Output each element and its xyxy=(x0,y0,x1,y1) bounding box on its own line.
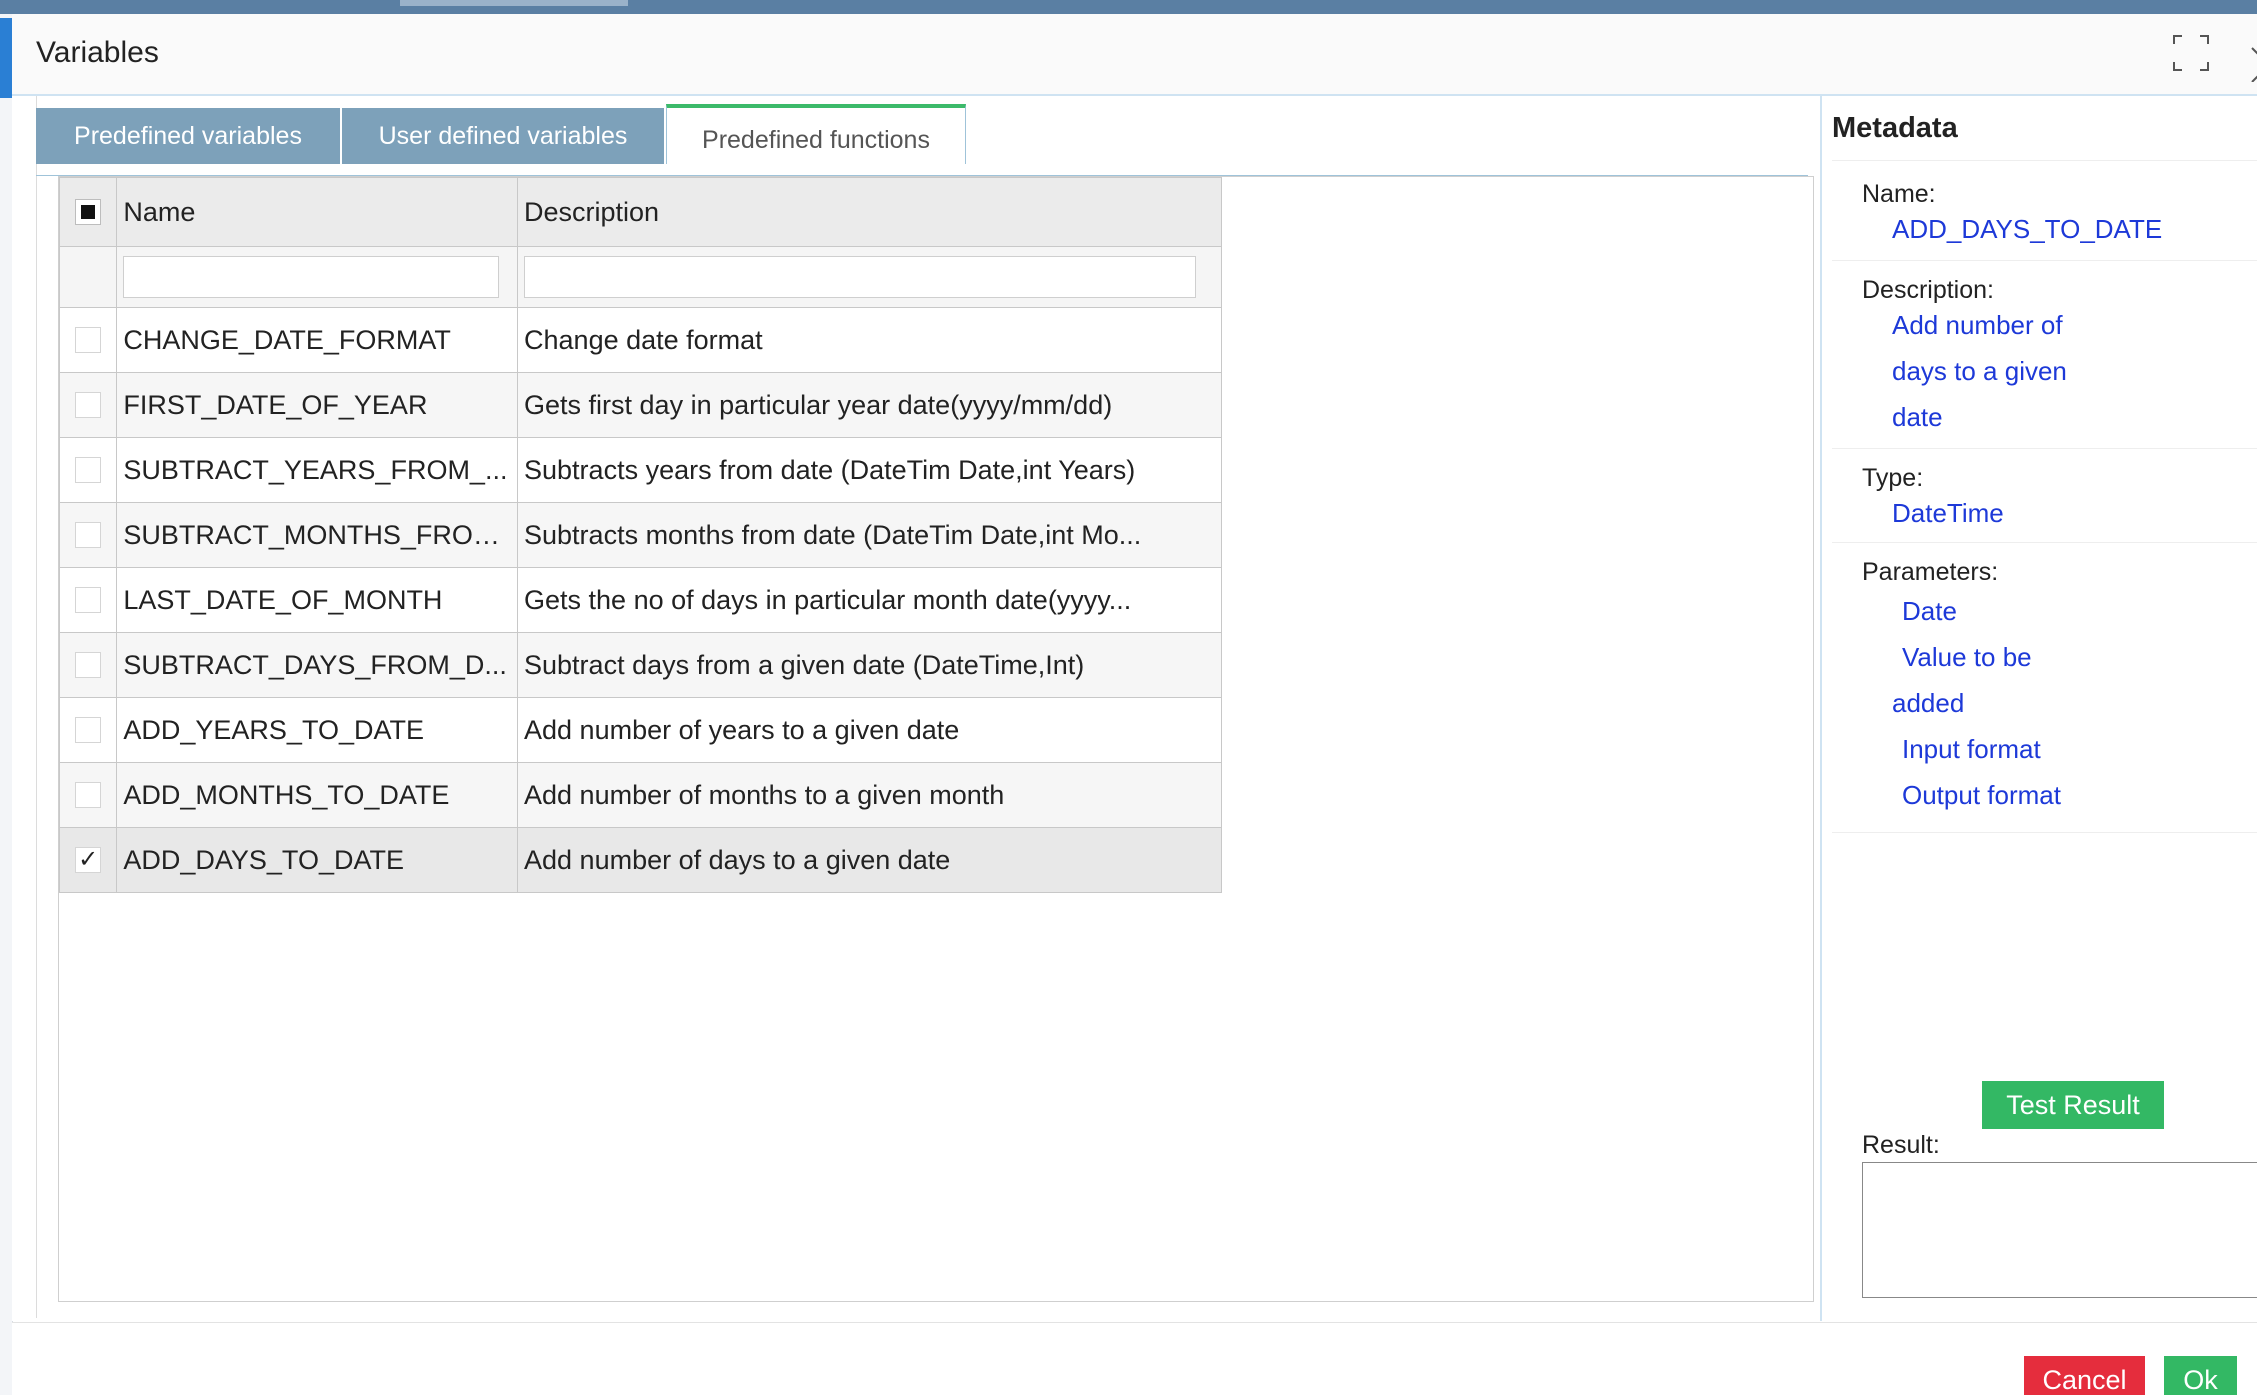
table-row[interactable]: LAST_DATE_OF_MONTH Gets the no of days i… xyxy=(58,567,1222,633)
select-all-checkbox[interactable] xyxy=(75,199,102,225)
row-checkbox[interactable] xyxy=(75,652,102,678)
tab-predefined-functions[interactable]: Predefined functions xyxy=(666,104,966,164)
tab-user-defined-variables[interactable]: User defined variables xyxy=(342,108,664,164)
window-accent-bar xyxy=(0,18,12,98)
background-tab xyxy=(400,0,628,6)
ok-button[interactable]: Ok xyxy=(2164,1356,2237,1395)
functions-table: Name Description CHANGE_DATE_FORMAT Chan… xyxy=(58,177,1222,893)
table-row[interactable]: SUBTRACT_MONTHS_FROM... Subtracts months… xyxy=(58,502,1222,568)
dialog-titlebar: Variables xyxy=(12,14,2257,96)
name-filter-input[interactable] xyxy=(123,256,500,298)
table-row[interactable]: ADD_YEARS_TO_DATE Add number of years to… xyxy=(58,697,1222,763)
parameter-item: added xyxy=(1892,688,1965,718)
description-label: Description: xyxy=(1862,276,1994,304)
table-row[interactable]: ADD_MONTHS_TO_DATE Add number of months … xyxy=(58,762,1222,828)
row-checkbox-cell[interactable] xyxy=(58,372,118,438)
row-checkbox-cell[interactable] xyxy=(58,307,118,373)
row-description-cell[interactable]: Add number of months to a given month xyxy=(517,762,1222,828)
row-description-cell[interactable]: Subtracts months from date (DateTim Date… xyxy=(517,502,1222,568)
row-name-cell[interactable]: ADD_MONTHS_TO_DATE xyxy=(116,762,519,828)
filter-name-cell xyxy=(116,246,519,308)
row-checkbox-cell[interactable] xyxy=(58,697,118,763)
cancel-button[interactable]: Cancel xyxy=(2024,1356,2145,1395)
row-name-cell[interactable]: CHANGE_DATE_FORMAT xyxy=(116,307,519,373)
table-row[interactable]: CHANGE_DATE_FORMAT Change date format xyxy=(58,307,1222,373)
row-checkbox[interactable] xyxy=(75,392,102,418)
dialog-footer xyxy=(12,1322,2257,1396)
metadata-divider xyxy=(1832,832,2257,833)
row-checkbox-cell[interactable] xyxy=(58,632,118,698)
description-line: date xyxy=(1892,402,1943,432)
description-filter-input[interactable] xyxy=(524,256,1197,298)
name-label: Name: xyxy=(1862,180,1936,208)
row-description-cell[interactable]: Subtract days from a given date (DateTim… xyxy=(517,632,1222,698)
metadata-divider xyxy=(1832,260,2257,261)
app-top-strip xyxy=(0,0,2257,14)
row-checkbox-checked[interactable]: ✓ xyxy=(75,847,102,873)
row-checkbox[interactable] xyxy=(75,327,102,353)
metadata-divider xyxy=(1832,448,2257,449)
row-checkbox[interactable] xyxy=(75,522,102,548)
row-description-cell[interactable]: Gets first day in particular year date(y… xyxy=(517,372,1222,438)
type-label: Type: xyxy=(1862,464,1924,492)
table-row[interactable]: SUBTRACT_DAYS_FROM_D... Subtract days fr… xyxy=(58,632,1222,698)
column-header-description[interactable]: Description xyxy=(517,177,1222,247)
metadata-divider xyxy=(1832,542,2257,543)
parameter-item: Input format xyxy=(1902,734,2041,764)
row-checkbox-cell[interactable] xyxy=(58,502,118,568)
row-description-cell[interactable]: Add number of days to a given date xyxy=(517,827,1222,893)
row-checkbox-cell[interactable] xyxy=(58,567,118,633)
row-name-cell[interactable]: SUBTRACT_YEARS_FROM_... xyxy=(116,437,519,503)
select-all-cell[interactable] xyxy=(58,177,118,247)
row-name-cell[interactable]: SUBTRACT_DAYS_FROM_D... xyxy=(116,632,519,698)
description-line: Add number of xyxy=(1892,310,2063,340)
row-checkbox[interactable] xyxy=(75,717,102,743)
dialog-content: Predefined variables User defined variab… xyxy=(12,96,2257,1321)
row-checkbox[interactable] xyxy=(75,587,102,613)
type-value: DateTime xyxy=(1892,498,2004,528)
row-description-cell[interactable]: Gets the no of days in particular month … xyxy=(517,567,1222,633)
metadata-panel: Metadata Name: ADD_DAYS_TO_DATE Descript… xyxy=(1820,96,2257,1321)
row-checkbox[interactable] xyxy=(75,457,102,483)
row-checkbox[interactable] xyxy=(75,782,102,808)
description-line: days to a given xyxy=(1892,356,2067,386)
tab-predefined-variables[interactable]: Predefined variables xyxy=(36,108,340,164)
table-row[interactable]: FIRST_DATE_OF_YEAR Gets first day in par… xyxy=(58,372,1222,438)
parameter-item: Date xyxy=(1902,596,1957,626)
row-checkbox-cell[interactable] xyxy=(58,762,118,828)
parameters-label: Parameters: xyxy=(1862,558,1999,586)
maximize-icon[interactable] xyxy=(2172,34,2210,72)
table-row-selected[interactable]: ✓ ADD_DAYS_TO_DATE Add number of days to… xyxy=(58,827,1222,893)
row-name-cell[interactable]: SUBTRACT_MONTHS_FROM... xyxy=(116,502,519,568)
row-name-cell[interactable]: ADD_DAYS_TO_DATE xyxy=(116,827,519,893)
parameter-item: Output format xyxy=(1902,780,2061,810)
row-name-cell[interactable]: ADD_YEARS_TO_DATE xyxy=(116,697,519,763)
parameter-item: Value to be xyxy=(1902,642,2032,672)
column-header-name[interactable]: Name xyxy=(116,177,519,247)
metadata-divider xyxy=(1832,160,2257,161)
row-name-cell[interactable]: FIRST_DATE_OF_YEAR xyxy=(116,372,519,438)
row-description-cell[interactable]: Add number of years to a given date xyxy=(517,697,1222,763)
row-name-cell[interactable]: LAST_DATE_OF_MONTH xyxy=(116,567,519,633)
filter-blank-cell xyxy=(58,246,118,308)
filter-description-cell xyxy=(517,246,1222,308)
table-header-row: Name Description xyxy=(58,177,1222,247)
filter-row xyxy=(58,246,1222,308)
metadata-title: Metadata xyxy=(1832,112,1958,144)
row-description-cell[interactable]: Change date format xyxy=(517,307,1222,373)
close-icon[interactable] xyxy=(2250,44,2257,82)
test-result-button[interactable]: Test Result xyxy=(1982,1081,2164,1129)
row-description-cell[interactable]: Subtracts years from date (DateTim Date,… xyxy=(517,437,1222,503)
row-checkbox-cell[interactable]: ✓ xyxy=(58,827,118,893)
name-value: ADD_DAYS_TO_DATE xyxy=(1892,214,2163,244)
functions-grid: Name Description CHANGE_DATE_FORMAT Chan… xyxy=(58,176,1814,1302)
result-label: Result: xyxy=(1862,1131,1940,1159)
dialog-title: Variables xyxy=(36,36,159,69)
result-output-box[interactable] xyxy=(1862,1162,2257,1298)
table-row[interactable]: SUBTRACT_YEARS_FROM_... Subtracts years … xyxy=(58,437,1222,503)
row-checkbox-cell[interactable] xyxy=(58,437,118,503)
